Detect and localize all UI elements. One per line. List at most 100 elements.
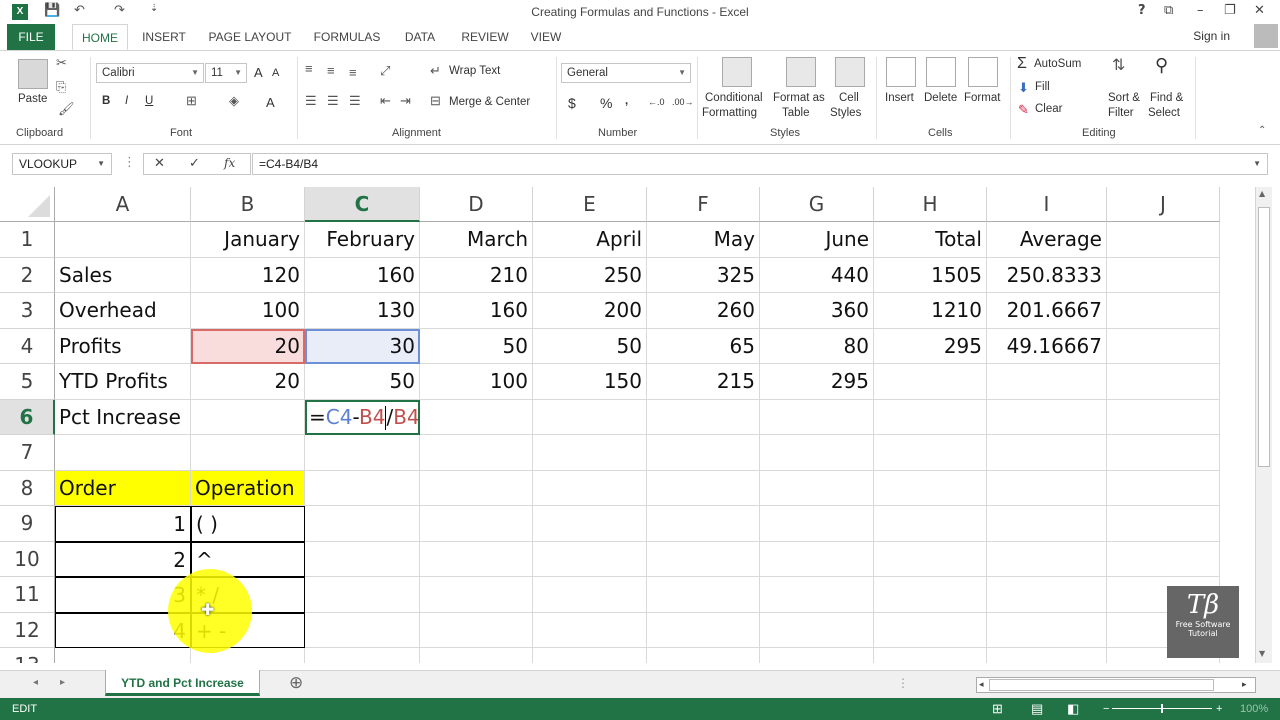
sort-filter-button-line2[interactable]: Filter	[1108, 107, 1134, 119]
avatar[interactable]	[1254, 24, 1278, 48]
format-as-table-button-line2[interactable]: Table	[782, 107, 810, 119]
cancel-entry-icon[interactable]: ✕	[154, 156, 165, 171]
cell-e9[interactable]	[533, 506, 647, 542]
header-cell-february[interactable]: February	[305, 222, 420, 258]
zoom-level[interactable]: 100%	[1240, 698, 1268, 720]
cell-g6[interactable]	[760, 399, 874, 435]
zoom-slider-thumb[interactable]	[1161, 704, 1163, 713]
column-header-e[interactable]: E	[533, 187, 647, 222]
scroll-up-icon[interactable]: ▲	[1259, 189, 1265, 198]
autosum-button[interactable]: AutoSum	[1034, 58, 1081, 70]
cell-i13[interactable]	[987, 648, 1107, 663]
wrap-text-button[interactable]: Wrap Text	[449, 65, 500, 77]
align-right-icon[interactable]: ☰	[349, 93, 361, 109]
cell-d8[interactable]	[420, 470, 533, 506]
cell-e12[interactable]	[533, 612, 647, 648]
header-cell-total[interactable]: Total	[874, 222, 987, 258]
page-break-view-icon[interactable]: ◧	[1067, 698, 1079, 720]
tab-file[interactable]: FILE	[7, 24, 55, 50]
scroll-right-icon[interactable]: ▸	[1242, 679, 1247, 690]
insert-function-icon[interactable]: fx	[224, 156, 235, 170]
increase-indent-icon[interactable]: ⇥	[400, 93, 411, 109]
cell-c8[interactable]	[305, 470, 420, 506]
zoom-out-icon[interactable]: −	[1103, 698, 1109, 720]
cell-h13[interactable]	[874, 648, 987, 663]
row-label-profits[interactable]: Profits	[55, 328, 191, 364]
row-header-2[interactable]: 2	[0, 257, 55, 293]
column-header-h[interactable]: H	[874, 187, 987, 222]
cell-j10[interactable]	[1107, 541, 1220, 577]
tab-formulas[interactable]: FORMULAS	[310, 24, 384, 50]
cell-i2[interactable]: 250.8333	[987, 257, 1107, 293]
format-as-table-button[interactable]: Format as	[773, 92, 825, 104]
column-header-a[interactable]: A	[55, 187, 191, 222]
cell-f2[interactable]: 325	[647, 257, 760, 293]
cell-d10[interactable]	[420, 541, 533, 577]
cell-i5[interactable]	[987, 364, 1107, 400]
cell-d11[interactable]	[420, 577, 533, 613]
cell-e3[interactable]: 200	[533, 293, 647, 329]
comma-button[interactable]: ,	[625, 95, 628, 107]
column-header-b[interactable]: B	[191, 187, 305, 222]
conditional-formatting-button[interactable]: Conditional	[705, 92, 763, 104]
shrink-font-button[interactable]: A	[272, 67, 279, 79]
cell-f13[interactable]	[647, 648, 760, 663]
zoom-in-icon[interactable]: +	[1216, 698, 1222, 720]
font-color-button[interactable]: A	[266, 95, 275, 110]
column-header-j[interactable]: J	[1107, 187, 1220, 222]
cell-j6[interactable]	[1107, 399, 1220, 435]
merge-center-button[interactable]: Merge & Center	[449, 96, 530, 108]
tab-page-layout[interactable]: PAGE LAYOUT	[205, 24, 295, 50]
cell-d7[interactable]	[420, 435, 533, 471]
orientation-icon[interactable]: ⤢	[380, 63, 390, 79]
cell-i11[interactable]	[987, 577, 1107, 613]
cut-icon[interactable]: ✂	[56, 55, 67, 71]
sign-in-link[interactable]: Sign in	[1193, 29, 1230, 43]
cell-f11[interactable]	[647, 577, 760, 613]
select-all-button[interactable]	[0, 187, 55, 222]
cell-e2[interactable]: 250	[533, 257, 647, 293]
cell-i10[interactable]	[987, 541, 1107, 577]
cell-g3[interactable]: 360	[760, 293, 874, 329]
format-cells-button[interactable]: Format	[964, 92, 1000, 104]
header-cell-average[interactable]: Average	[987, 222, 1107, 258]
cell-e13[interactable]	[533, 648, 647, 663]
cell-e6[interactable]	[533, 399, 647, 435]
cell-e10[interactable]	[533, 541, 647, 577]
cell-h3[interactable]: 1210	[874, 293, 987, 329]
cell-a13[interactable]	[55, 648, 191, 663]
cell-h8[interactable]	[874, 470, 987, 506]
row-header-1[interactable]: 1	[0, 222, 55, 258]
cell-g12[interactable]	[760, 612, 874, 648]
horizontal-scroll-thumb[interactable]	[989, 679, 1214, 691]
header-cell-april[interactable]: April	[533, 222, 647, 258]
cell-e4[interactable]: 50	[533, 328, 647, 364]
cell-d13[interactable]	[420, 648, 533, 663]
sort-filter-button[interactable]: Sort &	[1108, 92, 1140, 104]
cell-j4[interactable]	[1107, 328, 1220, 364]
cell-a1[interactable]	[55, 222, 191, 258]
cell-g5[interactable]: 295	[760, 364, 874, 400]
cell-j5[interactable]	[1107, 364, 1220, 400]
cell-d6[interactable]	[420, 399, 533, 435]
cell-b3[interactable]: 100	[191, 293, 305, 329]
cell-d3[interactable]: 160	[420, 293, 533, 329]
tab-view[interactable]: VIEW	[526, 24, 566, 50]
row-header-13[interactable]: 13	[0, 648, 55, 663]
column-header-f[interactable]: F	[647, 187, 760, 222]
cell-c12[interactable]	[305, 612, 420, 648]
cell-e8[interactable]	[533, 470, 647, 506]
ribbon-display-icon[interactable]: ⧉	[1164, 3, 1173, 18]
cell-j9[interactable]	[1107, 506, 1220, 542]
cell-h2[interactable]: 1505	[874, 257, 987, 293]
cell-b6[interactable]	[191, 399, 305, 435]
column-header-d[interactable]: D	[420, 187, 533, 222]
cell-e7[interactable]	[533, 435, 647, 471]
cell-g7[interactable]	[760, 435, 874, 471]
align-left-icon[interactable]: ☰	[305, 93, 317, 109]
cell-h9[interactable]	[874, 506, 987, 542]
tab-review[interactable]: REVIEW	[458, 24, 512, 50]
fill-color-icon[interactable]: ◈	[229, 93, 239, 109]
cell-d4[interactable]: 50	[420, 328, 533, 364]
formula-bar-grip-icon[interactable]: ⋮	[123, 155, 136, 170]
